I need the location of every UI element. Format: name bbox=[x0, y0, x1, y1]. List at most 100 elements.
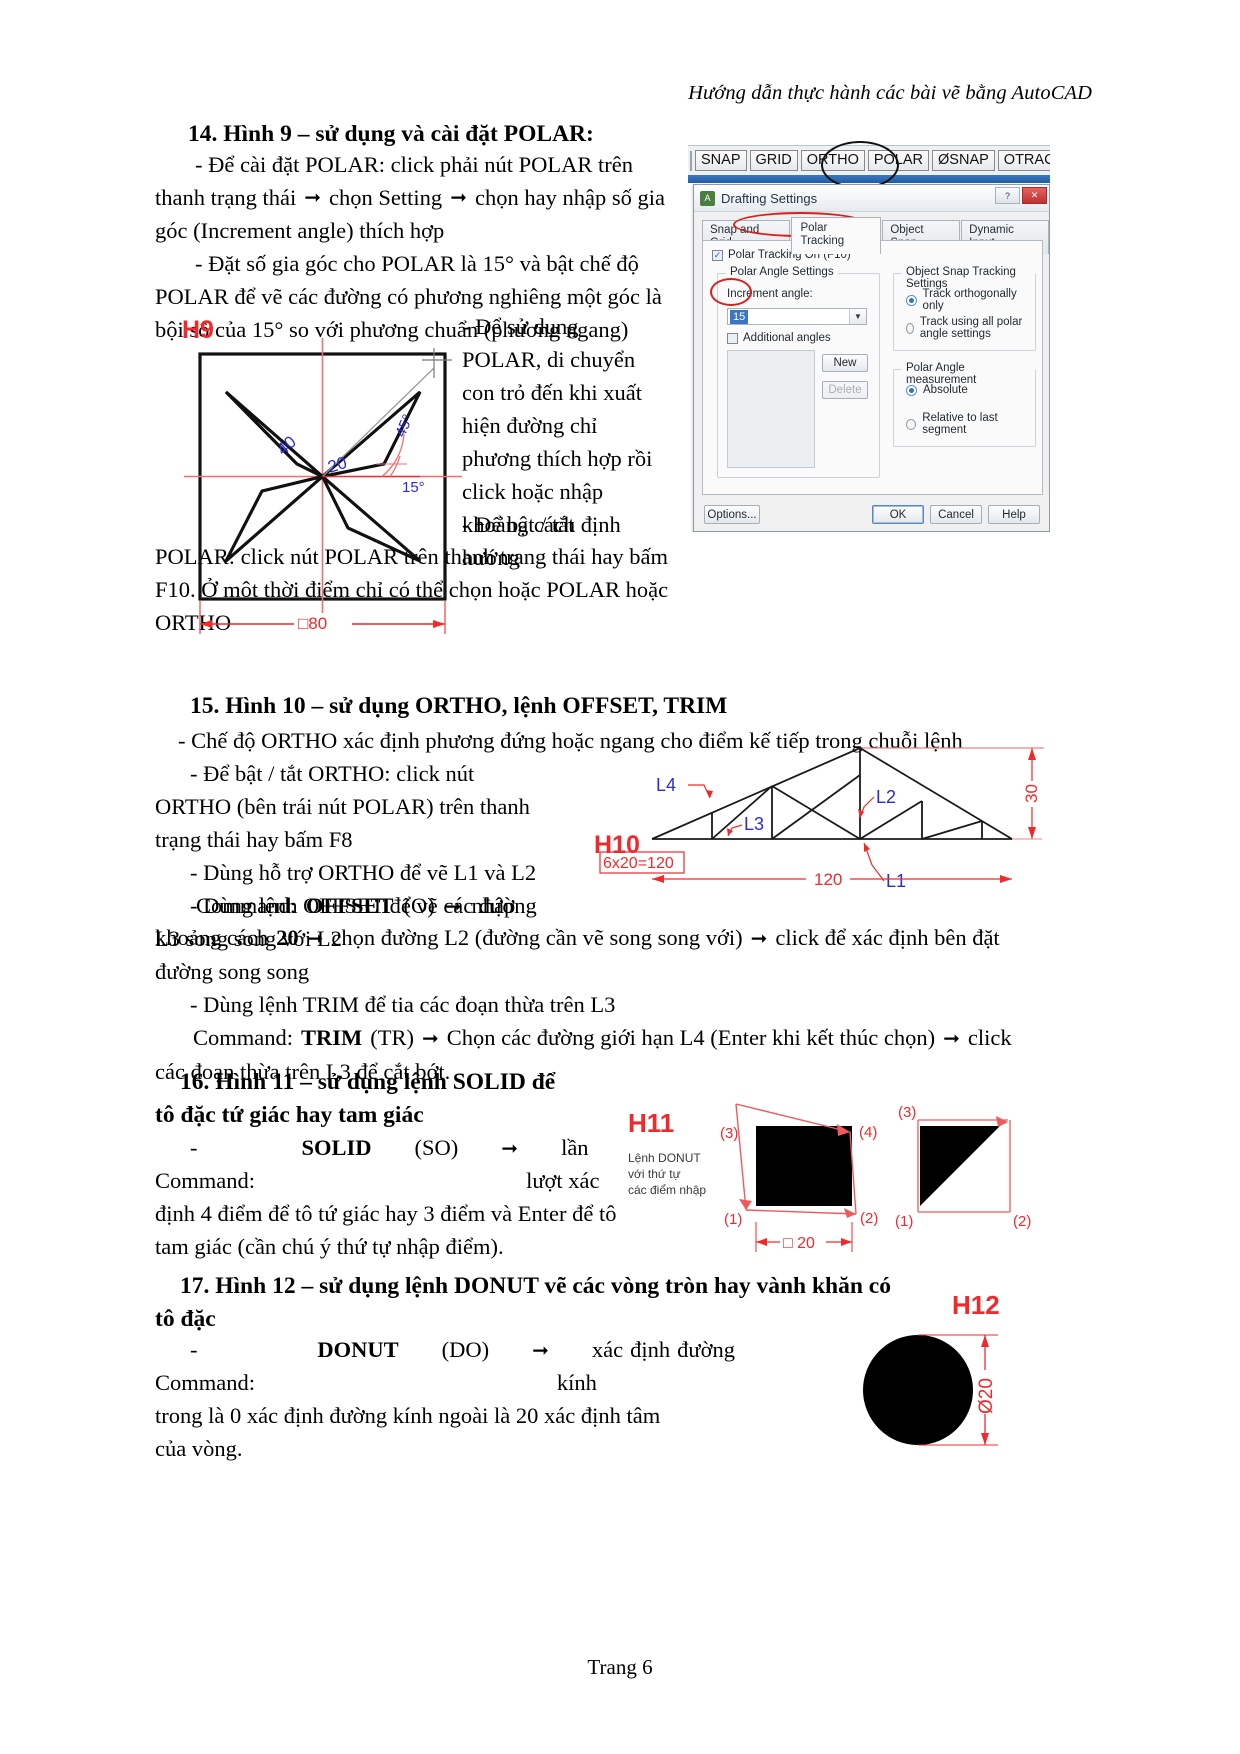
cancel-button[interactable]: Cancel bbox=[930, 505, 982, 524]
help-button[interactable]: Help bbox=[988, 505, 1040, 524]
s16-b1-mid: (SO) bbox=[414, 1135, 459, 1160]
figure-h9: H9 40 20 45° 15° □80 bbox=[176, 316, 468, 646]
figure-h11-tri-point-1: (1) bbox=[895, 1213, 913, 1230]
section-16-heading: 16. Hình 11 – sử dụng lệnh SOLID để tô đ… bbox=[155, 1066, 630, 1132]
running-head: Hướng dẫn thực hành các bài vẽ bằng Auto… bbox=[688, 82, 1092, 104]
s14-p1-b: thanh trạng thái bbox=[155, 185, 297, 210]
dialog-title-bar: A Drafting Settings ? ✕ bbox=[694, 185, 1049, 212]
radio-icon[interactable] bbox=[906, 384, 917, 396]
arrow-icon: ➞ bbox=[306, 926, 324, 950]
new-angle-button[interactable]: New bbox=[822, 354, 868, 372]
status-btn-osnap[interactable]: ØSNAP bbox=[932, 150, 995, 171]
s15-l5-pre: Command: bbox=[196, 893, 296, 918]
status-btn-polar[interactable]: POLAR bbox=[867, 150, 930, 171]
figure-h11-dimension: □ 20 bbox=[783, 1235, 815, 1252]
options-button[interactable]: Options... bbox=[704, 505, 760, 524]
chevron-down-icon[interactable]: ▼ bbox=[849, 309, 866, 324]
figure-h9-tag: H9 bbox=[182, 316, 214, 344]
arrow-icon: ➞ bbox=[943, 1026, 960, 1050]
track-all-polar-row[interactable]: Track using all polar angle settings bbox=[906, 316, 1035, 340]
s14-p1-d: chọn hay nhập số gia bbox=[475, 185, 665, 210]
radio-icon[interactable] bbox=[906, 322, 914, 334]
arrow-icon: ➞ bbox=[444, 894, 462, 918]
s14-p2-a: - Đặt số gia góc cho POLAR là 15° và bật… bbox=[195, 251, 639, 276]
s16-b2: định 4 điểm để tô tứ giác hay 3 điểm và … bbox=[155, 1201, 617, 1226]
figure-h11-note-3: các điểm nhập bbox=[628, 1183, 706, 1197]
s15-l5-post: nhập bbox=[471, 893, 516, 918]
track-orthogonally-label: Track orthogonally only bbox=[922, 288, 1017, 312]
radio-icon[interactable] bbox=[906, 294, 917, 306]
s15-l2c: trạng thái hay bấm F8 bbox=[155, 827, 353, 852]
s14-p3-a: - Để sử dụng bbox=[462, 314, 579, 339]
s16-b1-pre: - Command: bbox=[155, 1135, 255, 1193]
s15-l5-cmd: OFFSET bbox=[306, 893, 394, 918]
relative-row[interactable]: Relative to last segment bbox=[906, 412, 1035, 436]
s17-b1-mid: (DO) bbox=[441, 1337, 490, 1362]
arrow-icon: ➞ bbox=[422, 1026, 439, 1050]
status-btn-ortho[interactable]: ORTHO bbox=[800, 150, 865, 171]
arrow-icon: ➞ bbox=[450, 185, 467, 209]
drafting-settings-dialog: A Drafting Settings ? ✕ Snap and Grid Po… bbox=[693, 184, 1050, 532]
s15-l8-end: click bbox=[967, 1025, 1012, 1050]
status-btn-snap[interactable]: SNAP bbox=[695, 150, 747, 171]
s15-l8-mid: (TR) bbox=[370, 1025, 414, 1050]
increment-angle-combo[interactable]: 15 ▼ bbox=[727, 308, 867, 325]
increment-angle-value: 15 bbox=[730, 309, 749, 324]
section-15-offset-detail: khoảng cách 20 ➞ chọn đường L2 (đường cầ… bbox=[155, 921, 1045, 1088]
figure-h12-tag: H12 bbox=[952, 1290, 1000, 1320]
s15-l8-pre: Command: bbox=[193, 1025, 293, 1050]
close-window-button[interactable]: ✕ bbox=[1022, 187, 1047, 204]
ok-button[interactable]: OK bbox=[872, 505, 924, 524]
help-window-button[interactable]: ? bbox=[995, 187, 1020, 204]
s17-b2: trong là 0 xác định đường kính ngoài là … bbox=[155, 1403, 661, 1428]
figure-h9-label-15: 15° bbox=[402, 479, 425, 496]
s14-p1-c: chọn Setting bbox=[329, 185, 443, 210]
object-snap-tracking-group: Object Snap Tracking Settings Track orth… bbox=[893, 266, 1036, 351]
figure-h10: H10 L4 L2 L3 L1 6x20=120 120 30 bbox=[592, 735, 1044, 900]
figure-h11-quad-point-4: (4) bbox=[859, 1124, 877, 1141]
figure-h10-label-l3: L3 bbox=[744, 814, 764, 834]
delete-angle-button[interactable]: Delete bbox=[822, 381, 868, 399]
s15-l3: - Dùng hỗ trợ ORTHO để vẽ L1 và L2 bbox=[190, 860, 537, 885]
section-17-body: - Command: DONUT (DO) ➞ xác định đường k… bbox=[155, 1333, 735, 1465]
section-15-command-offset: Command: OFFSET (O) ➞ nhập bbox=[196, 889, 596, 923]
figure-h10-label-l4: L4 bbox=[656, 775, 676, 795]
s16-b3: tam giác (cần chú ý thứ tự nhập điểm). bbox=[155, 1234, 504, 1259]
track-orthogonally-row[interactable]: Track orthogonally only bbox=[906, 288, 1035, 312]
s15-l6-post: click để xác định bên đặt bbox=[775, 925, 1000, 950]
figure-h9-dimension: □80 bbox=[298, 614, 327, 633]
polar-angle-settings-title: Polar Angle Settings bbox=[726, 266, 838, 278]
figure-h12-dimension: Ø20 bbox=[976, 1378, 997, 1414]
s16-heading-b: tô đặc tứ giác hay tam giác bbox=[155, 1102, 424, 1128]
arrow-icon: ➞ bbox=[304, 185, 322, 209]
absolute-row[interactable]: Absolute bbox=[906, 384, 968, 396]
status-bar-spacer bbox=[690, 150, 692, 171]
tab-polar-tracking[interactable]: Polar Tracking bbox=[791, 217, 882, 254]
relative-label: Relative to last segment bbox=[922, 412, 998, 436]
figure-h10-label-l1: L1 bbox=[886, 871, 906, 891]
s15-l2a: - Để bật / tắt ORTHO: click nút bbox=[190, 761, 475, 786]
checkbox-icon[interactable]: ✓ bbox=[712, 249, 723, 261]
additional-angles-label: Additional angles bbox=[743, 332, 831, 344]
additional-angles-checkbox-row[interactable]: ✓ Additional angles bbox=[727, 332, 831, 344]
s16-heading-a: 16. Hình 11 – sử dụng lệnh SOLID để bbox=[180, 1069, 556, 1095]
autocad-icon: A bbox=[700, 190, 715, 206]
figure-h10-label-l2: L2 bbox=[876, 787, 896, 807]
status-btn-otrack[interactable]: OTRACK bbox=[997, 150, 1050, 171]
autocad-status-bar: SNAP GRID ORTHO POLAR ØSNAP OTRACK LWT M… bbox=[688, 145, 1050, 175]
checkbox-icon[interactable]: ✓ bbox=[727, 332, 738, 344]
polar-angle-measurement-group: Polar Angle measurement Absolute Relativ… bbox=[893, 362, 1036, 447]
s15-l6-end: đường song song bbox=[155, 959, 310, 984]
radio-icon[interactable] bbox=[906, 418, 917, 430]
arrow-icon: ➞ bbox=[532, 1338, 549, 1362]
polar-angle-measurement-title: Polar Angle measurement bbox=[902, 362, 1035, 386]
s16-b1-cmd: SOLID bbox=[301, 1135, 372, 1160]
s14-p3-b: POLAR, di chuyển bbox=[462, 347, 636, 372]
section-15-heading: 15. Hình 10 – sử dụng ORTHO, lệnh OFFSET… bbox=[190, 693, 728, 719]
figure-h10-dim-span: 6x20=120 bbox=[603, 855, 674, 872]
s15-l8-cmd: TRIM bbox=[301, 1025, 363, 1050]
status-btn-grid[interactable]: GRID bbox=[749, 150, 798, 171]
s15-l6-mid: chọn đường L2 (đường cần vẽ song song vớ… bbox=[331, 925, 743, 950]
additional-angles-list[interactable] bbox=[727, 350, 815, 468]
absolute-label: Absolute bbox=[923, 384, 968, 396]
